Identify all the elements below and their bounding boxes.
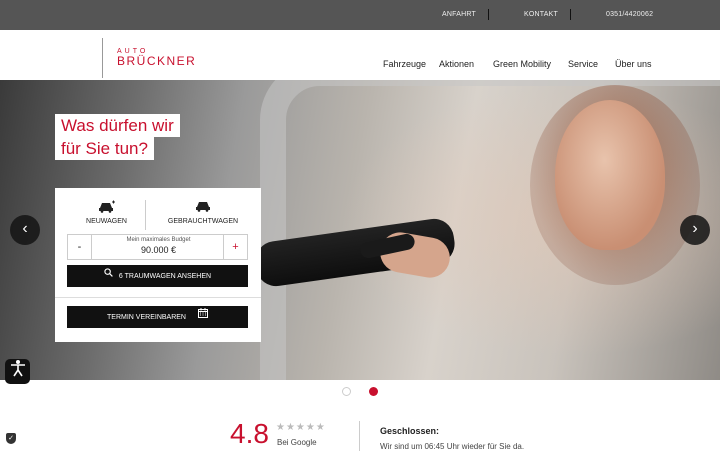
hero-headline-line1: Was dürfen wir <box>55 114 180 137</box>
tab-gebrauchtwagen[interactable]: GEBRAUCHTWAGEN <box>145 200 261 225</box>
budget-decrease-button[interactable]: - <box>68 235 92 259</box>
top-bar-separator <box>570 9 571 20</box>
chevron-right-icon: › <box>692 220 698 237</box>
car-icon <box>145 200 261 216</box>
slider-dot[interactable] <box>342 387 351 396</box>
logo-line2: BRÜCKNER <box>117 54 197 68</box>
hero-slider: Was dürfen wir für Sie tun? ‹ › NEUWAGEN… <box>0 80 720 380</box>
card-divider <box>55 297 261 298</box>
top-bar-separator <box>488 9 489 20</box>
logo[interactable]: AUTO BRÜCKNER <box>102 38 196 78</box>
rating-stars: ★★★★★ <box>276 422 326 433</box>
nav-item-ueber-uns[interactable]: Über uns <box>615 59 652 69</box>
vehicle-search-card: NEUWAGEN GEBRAUCHTWAGEN - Mein maximales… <box>55 188 261 342</box>
car-plus-icon <box>55 200 158 216</box>
nav-item-fahrzeuge[interactable]: Fahrzeuge <box>383 59 426 69</box>
budget-increase-button[interactable]: + <box>223 235 247 259</box>
info-separator <box>359 421 360 451</box>
nav-item-green-mobility[interactable]: Green Mobility <box>493 59 551 69</box>
budget-label: Mein maximales Budget <box>126 237 191 243</box>
vehicle-type-tabs: NEUWAGEN GEBRAUCHTWAGEN <box>55 188 261 233</box>
budget-value[interactable]: 90.000 € <box>92 245 225 255</box>
hero-headline: Was dürfen wir für Sie tun? <box>55 114 180 160</box>
slider-next-button[interactable]: › <box>680 215 710 245</box>
search-icon <box>104 265 113 287</box>
shield-icon[interactable]: ✓ <box>6 433 16 444</box>
opening-status: Geschlossen: <box>380 426 440 436</box>
accessibility-icon <box>10 360 26 381</box>
slider-dot-active[interactable] <box>369 387 378 396</box>
slider-prev-button[interactable]: ‹ <box>10 215 40 245</box>
tab-neuwagen[interactable]: NEUWAGEN <box>55 200 158 225</box>
main-header: AUTO BRÜCKNER Fahrzeuge Aktionen Green M… <box>0 30 720 80</box>
tab-gebrauchtwagen-label: GEBRAUCHTWAGEN <box>167 218 239 225</box>
top-bar: ANFAHRT KONTAKT 0351/4420062 <box>0 0 720 30</box>
budget-stepper: - Mein maximales Budget 90.000 € + <box>67 234 248 260</box>
link-anfahrt[interactable]: ANFAHRT <box>442 11 476 18</box>
hero-headline-line2: für Sie tun? <box>55 137 154 160</box>
nav-item-service[interactable]: Service <box>568 59 598 69</box>
accessibility-button[interactable] <box>5 359 30 384</box>
chevron-left-icon: ‹ <box>22 220 28 237</box>
view-cars-label: 6 TRAUMWAGEN ANSEHEN <box>118 272 212 280</box>
rating-score: 4.8 <box>230 418 269 449</box>
link-phone[interactable]: 0351/4420062 <box>606 11 653 18</box>
view-cars-button[interactable]: 6 TRAUMWAGEN ANSEHEN <box>67 265 248 287</box>
tab-neuwagen-label: NEUWAGEN <box>86 218 127 225</box>
calendar-icon <box>197 306 208 328</box>
nav-item-aktionen[interactable]: Aktionen <box>439 59 474 69</box>
rating-source: Bei Google <box>277 438 317 447</box>
link-kontakt[interactable]: KONTAKT <box>524 11 558 18</box>
appointment-button[interactable]: TERMIN VEREINBAREN <box>67 306 248 328</box>
appointment-label: TERMIN VEREINBAREN <box>107 313 186 321</box>
hero-image-face <box>555 100 665 250</box>
